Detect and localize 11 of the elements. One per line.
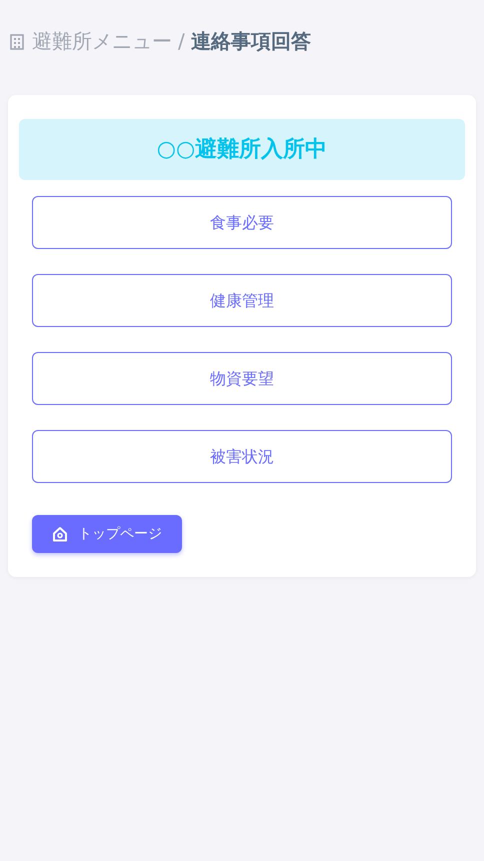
menu-button[interactable]: 食事必要 bbox=[32, 196, 452, 249]
menu-button[interactable]: 被害状況 bbox=[32, 430, 452, 483]
page-title: 連絡事項回答 bbox=[190, 28, 311, 55]
breadcrumb-separator: / bbox=[178, 28, 185, 55]
top-page-button[interactable]: トップページ bbox=[32, 515, 182, 553]
breadcrumb-link[interactable]: 避難所メニュー bbox=[32, 26, 172, 56]
home-icon bbox=[52, 526, 68, 542]
building-icon bbox=[10, 34, 24, 50]
status-banner: ○○避難所入所中 bbox=[19, 119, 465, 180]
menu-button[interactable]: 物資要望 bbox=[32, 352, 452, 405]
menu-button[interactable]: 健康管理 bbox=[32, 274, 452, 327]
